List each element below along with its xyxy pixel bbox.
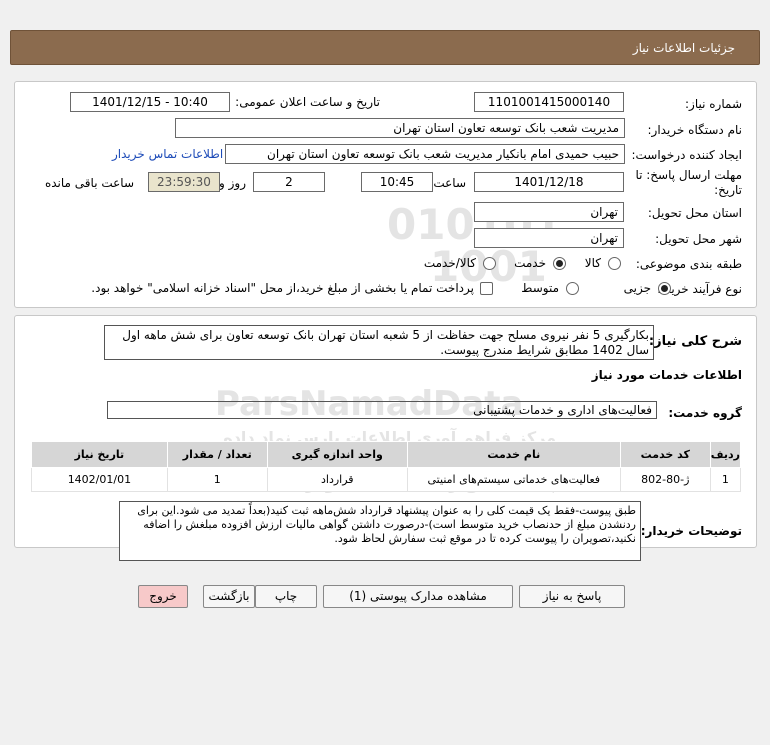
table-row: 1 ژ-80-802 فعالیت‌های خدماتی سیستم‌های ا… bbox=[31, 467, 742, 492]
exit-button[interactable]: خروج bbox=[138, 585, 188, 608]
contact-buyer-link[interactable]: اطلاعات تماس خریدار bbox=[112, 147, 223, 161]
table-header-row: ردیف کد خدمت نام خدمت واحد اندازه گیری ت… bbox=[31, 441, 742, 468]
process-radio-minor[interactable] bbox=[658, 282, 671, 295]
category-option-goods-service: کالا/خدمت bbox=[423, 256, 476, 270]
need-info-panel: 010101 1001 شماره نیاز: 1101001415000140… bbox=[14, 81, 757, 308]
need-description-label: شرح کلی نیاز: bbox=[648, 334, 742, 349]
cell-service-name: فعالیت‌های خدماتی سیستم‌های امنیتی bbox=[406, 467, 621, 492]
announce-field: 1401/12/15 - 10:40 bbox=[70, 92, 230, 112]
category-radio-goods[interactable] bbox=[608, 257, 621, 270]
view-attachments-button[interactable]: مشاهده مدارک پیوستی (1) bbox=[323, 585, 513, 608]
back-button[interactable]: بازگشت bbox=[203, 585, 255, 608]
cell-unit: قرارداد bbox=[266, 467, 408, 492]
col-quantity: تعداد / مقدار bbox=[166, 441, 268, 468]
category-radio-goods-service[interactable] bbox=[483, 257, 496, 270]
process-option-medium: متوسط bbox=[521, 281, 559, 295]
col-unit: واحد اندازه گیری bbox=[266, 441, 408, 468]
deadline-time-label: ساعت bbox=[433, 176, 466, 190]
col-row-number: ردیف bbox=[709, 441, 742, 468]
province-label: استان محل تحویل: bbox=[647, 206, 742, 220]
buyer-field: مدیریت شعب بانک توسعه تعاون استان تهران bbox=[175, 118, 625, 138]
need-details-panel: ParsNamadData مرکز فراهم آوری اطلاعات پا… bbox=[14, 315, 757, 561]
print-button[interactable]: چاپ bbox=[255, 585, 317, 608]
service-group-field: فعالیت‌های اداری و خدمات پشتیبانی bbox=[107, 401, 657, 419]
city-field: تهران bbox=[474, 228, 624, 248]
need-number-label: شماره نیاز: bbox=[685, 97, 742, 111]
cell-need-date: 1402/01/01 bbox=[31, 467, 168, 492]
buyer-notes-label: توضیحات خریدار: bbox=[640, 524, 742, 538]
col-service-code: کد خدمت bbox=[619, 441, 711, 468]
creator-label: ایجاد کننده درخواست: bbox=[631, 148, 742, 162]
reply-button[interactable]: پاسخ به نیاز bbox=[519, 585, 625, 608]
treasury-payment-checkbox[interactable] bbox=[480, 282, 493, 295]
services-table: ردیف کد خدمت نام خدمت واحد اندازه گیری ت… bbox=[31, 441, 742, 492]
cell-service-code: ژ-80-802 bbox=[619, 467, 711, 492]
treasury-payment-note: پرداخت تمام یا بخشی از مبلغ خرید،از محل … bbox=[91, 281, 474, 295]
days-label: روز و bbox=[219, 176, 246, 190]
service-group-label: گروه خدمت: bbox=[668, 406, 742, 420]
deadline-label-line2: تاریخ: bbox=[714, 183, 742, 197]
cell-quantity: 1 bbox=[166, 467, 268, 492]
deadline-label-line1: مهلت ارسال پاسخ: تا bbox=[635, 168, 742, 182]
deadline-date-field: 1401/12/18 bbox=[474, 172, 624, 192]
need-description-box: بکارگیری 5 نفر نیروی مسلح جهت حفاظت از 5… bbox=[104, 325, 654, 360]
buyer-label: نام دستگاه خریدار: bbox=[647, 123, 743, 137]
announce-label: تاریخ و ساعت اعلان عمومی: bbox=[235, 95, 380, 109]
page-title: جزئیات اطلاعات نیاز bbox=[632, 41, 735, 55]
col-need-date: تاریخ نیاز bbox=[31, 441, 168, 468]
days-field: 2 bbox=[253, 172, 325, 192]
services-heading: اطلاعات خدمات مورد نیاز bbox=[591, 368, 742, 382]
category-radio-service[interactable] bbox=[553, 257, 566, 270]
col-service-name: نام خدمت bbox=[406, 441, 621, 468]
remaining-time-field: 23:59:30 bbox=[148, 172, 220, 192]
page-header: جزئیات اطلاعات نیاز bbox=[10, 30, 760, 65]
process-option-minor: جزیی bbox=[623, 281, 651, 295]
city-label: شهر محل تحویل: bbox=[655, 232, 742, 246]
category-option-service: خدمت bbox=[514, 256, 546, 270]
deadline-time-field: 10:45 bbox=[361, 172, 433, 192]
province-field: تهران bbox=[474, 202, 624, 222]
category-label: طبقه بندی موضوعی: bbox=[635, 257, 742, 271]
remaining-label: ساعت باقی مانده bbox=[44, 176, 134, 190]
need-number-field: 1101001415000140 bbox=[474, 92, 624, 112]
buyer-notes-box: طبق پیوست-فقط یک قیمت کلی را به عنوان پی… bbox=[119, 501, 641, 561]
process-radio-medium[interactable] bbox=[566, 282, 579, 295]
cell-row-number: 1 bbox=[709, 467, 742, 492]
category-option-goods: کالا bbox=[584, 256, 601, 270]
creator-field: حبیب حمیدی امام بانکیار مدیریت شعب بانک … bbox=[225, 144, 625, 164]
